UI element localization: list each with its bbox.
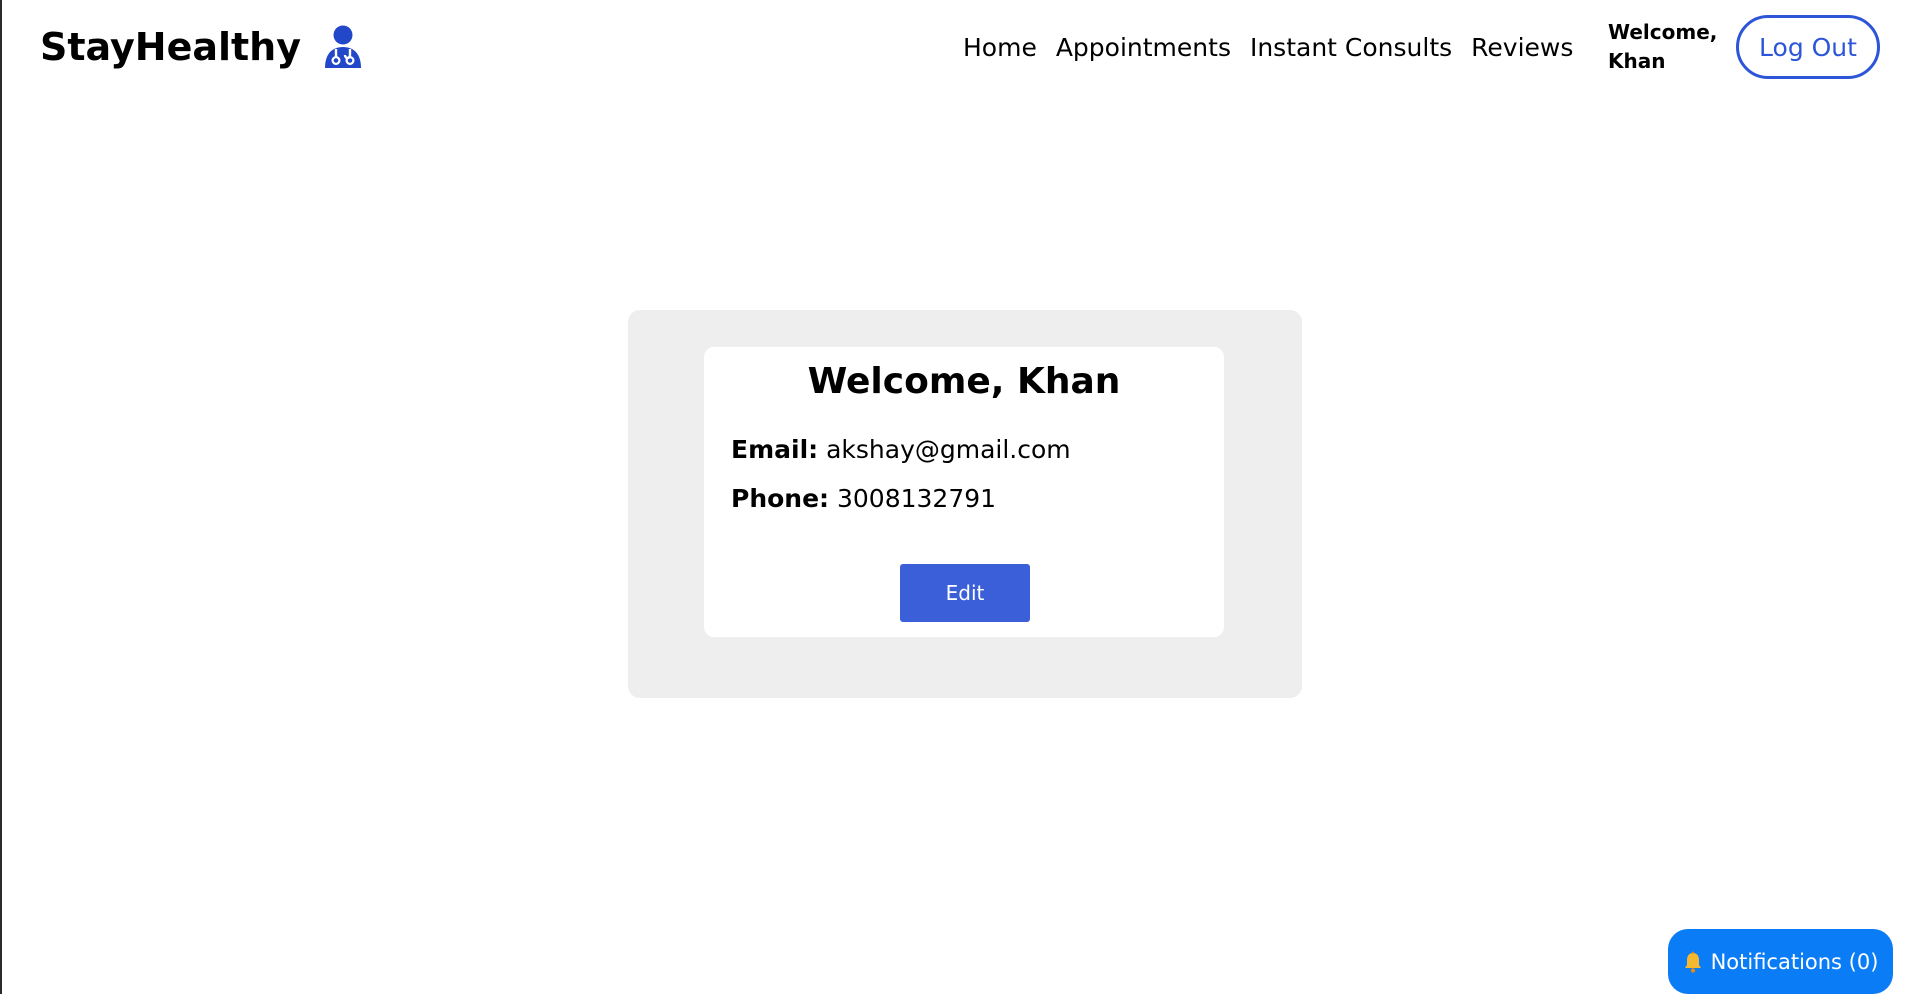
notifications-label: Notifications (0) [1710,949,1879,974]
brand-name: StayHealthy [40,25,302,69]
email-row: Email: akshay@gmail.com [731,433,1071,467]
nav-link-appointments[interactable]: Appointments [1056,30,1231,66]
profile-title: Welcome, Khan [807,361,1121,402]
email-value: akshay@gmail.com [826,435,1071,464]
profile-panel: Welcome, Khan Email: akshay@gmail.com Ph… [628,310,1302,698]
phone-value: 3008132791 [837,484,997,513]
phone-label: Phone: [731,484,830,513]
profile-card: Welcome, Khan Email: akshay@gmail.com Ph… [704,347,1224,637]
navbar: StayHealthy Home Appointments Instant Co… [2,0,1909,96]
brand-link[interactable]: StayHealthy [40,22,363,72]
email-label: Email: [731,435,819,464]
nav-link-home[interactable]: Home [963,30,1037,66]
welcome-user: Welcome, Khan [1608,20,1718,73]
phone-row: Phone: 3008132791 [731,482,996,516]
notifications-button[interactable]: Notifications (0) [1668,929,1893,994]
page: StayHealthy Home Appointments Instant Co… [0,0,1909,994]
bell-icon [1684,951,1701,973]
nav-link-instant-consults[interactable]: Instant Consults [1250,30,1452,66]
edit-button[interactable]: Edit [900,564,1030,622]
logout-button[interactable]: Log Out [1736,15,1880,79]
nav-link-reviews[interactable]: Reviews [1471,30,1573,66]
doctor-icon [325,25,362,68]
nav-links: Home Appointments Instant Consults Revie… [963,30,1573,66]
